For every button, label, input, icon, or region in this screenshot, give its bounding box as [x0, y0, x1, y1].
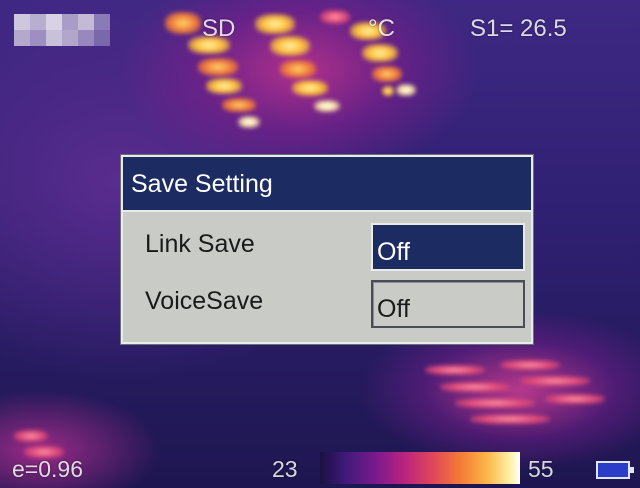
storage-indicator: SD: [202, 15, 236, 42]
scale-min-value: 23: [272, 456, 298, 482]
thermal-camera-screen: SD °C S1= 26.5 e=0.96 23 55 Save Setting…: [0, 0, 640, 488]
voice-save-label: VoiceSave: [145, 287, 264, 315]
pixelated-overlay: [14, 14, 110, 46]
temperature-unit: °C: [368, 15, 395, 42]
dialog-title: Save Setting: [123, 157, 531, 212]
battery-icon: [596, 461, 634, 479]
voice-save-value[interactable]: Off: [371, 280, 525, 328]
save-setting-dialog: Save Setting Link Save Off VoiceSave Off: [121, 155, 533, 344]
emissivity-readout: e=0.96: [12, 456, 83, 482]
spot-temperature-readout: S1= 26.5: [470, 15, 567, 42]
link-save-value[interactable]: Off: [371, 223, 525, 271]
color-scale-bar: [320, 452, 520, 484]
scale-max-value: 55: [528, 456, 554, 482]
link-save-label: Link Save: [145, 230, 255, 258]
